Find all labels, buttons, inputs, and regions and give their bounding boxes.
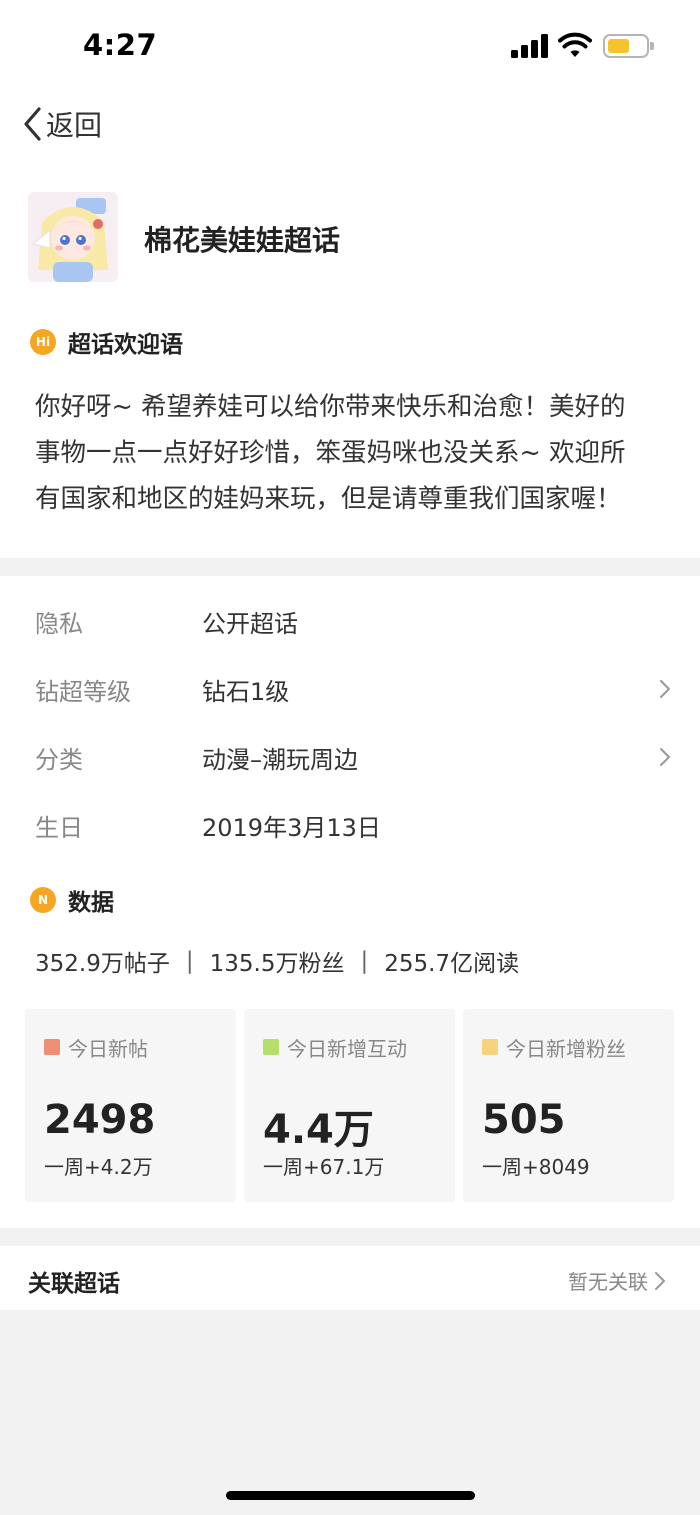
card-title: 今日新帖	[68, 1037, 148, 1061]
card-title: 今日新增粉丝	[506, 1037, 626, 1061]
topic-title: 棉花美娃娃超话	[144, 224, 341, 257]
welcome-text: 你好呀~ 希望养娃可以给你带来快乐和治愈！美好的 事物一点一点好好珍惜，笨蛋妈咪…	[35, 384, 675, 522]
fans-count: 135.5万粉丝	[209, 951, 345, 977]
battery-icon	[603, 34, 654, 58]
card-week: 一周+8049	[482, 1155, 590, 1179]
info-key: 分类	[35, 745, 83, 774]
info-row-privacy: 隐私 公开超话	[35, 601, 675, 641]
topic-avatar	[28, 192, 118, 282]
info-value: 公开超话	[202, 609, 298, 638]
card-week: 一周+67.1万	[263, 1155, 385, 1179]
welcome-heading: Hi 超话欢迎语	[30, 325, 183, 359]
chevron-right-icon	[655, 679, 675, 699]
data-heading: N 数据	[30, 883, 114, 917]
info-key: 钻超等级	[35, 677, 131, 706]
stats-summary: 352.9万帖子 | 135.5万粉丝 | 255.7亿阅读	[35, 944, 519, 978]
legend-square	[44, 1039, 60, 1055]
card-title: 今日新增互动	[287, 1037, 407, 1061]
stat-card-interactions: 今日新增互动 4.4万 一周+67.1万	[244, 1009, 455, 1202]
data-heading-label: 数据	[68, 890, 114, 916]
reads-count: 255.7亿阅读	[384, 951, 520, 977]
card-value: 2498	[44, 1097, 156, 1143]
related-status: 暂无关联	[568, 1266, 666, 1295]
welcome-line: 有国家和地区的娃妈来玩，但是请尊重我们国家喔！	[35, 484, 622, 514]
info-value: 动漫–潮玩周边	[202, 745, 358, 774]
stats-separator: |	[360, 948, 369, 974]
hi-badge-icon: Hi	[30, 329, 56, 355]
stat-card-new-posts: 今日新帖 2498 一周+4.2万	[25, 1009, 236, 1202]
info-row-category[interactable]: 分类 动漫–潮玩周边	[35, 737, 675, 777]
stat-card-new-fans: 今日新增粉丝 505 一周+8049	[463, 1009, 674, 1202]
status-bar: 4:27	[0, 0, 700, 90]
related-topics-row[interactable]: 关联超话 暂无关联	[0, 1246, 700, 1310]
status-time: 4:27	[83, 28, 158, 62]
info-key: 隐私	[35, 609, 83, 638]
card-value: 505	[482, 1097, 566, 1143]
related-status-text: 暂无关联	[568, 1270, 648, 1294]
legend-square	[482, 1039, 498, 1055]
related-label: 关联超话	[28, 1271, 120, 1297]
welcome-line: 事物一点一点好好珍惜，笨蛋妈咪也没关系~ 欢迎所	[35, 438, 626, 468]
chevron-left-icon	[24, 107, 41, 141]
posts-count: 352.9万帖子	[35, 951, 170, 977]
info-row-level[interactable]: 钻超等级 钻石1级	[35, 669, 675, 709]
back-label: 返回	[46, 109, 103, 142]
chevron-right-icon	[655, 1271, 665, 1290]
wifi-icon	[558, 32, 592, 57]
card-week: 一周+4.2万	[44, 1155, 153, 1179]
chevron-right-icon	[655, 747, 675, 767]
signal-icon	[511, 34, 549, 58]
welcome-heading-label: 超话欢迎语	[68, 332, 183, 358]
info-value: 2019年3月13日	[202, 813, 381, 842]
info-value: 钻石1级	[202, 677, 290, 706]
legend-square	[263, 1039, 279, 1055]
back-button[interactable]: 返回	[22, 104, 102, 144]
home-indicator[interactable]	[226, 1491, 475, 1500]
card-value: 4.4万	[263, 1107, 374, 1153]
welcome-line: 你好呀~ 希望养娃可以给你带来快乐和治愈！美好的	[35, 392, 626, 422]
info-row-birthday: 生日 2019年3月13日	[35, 805, 675, 845]
info-key: 生日	[35, 813, 83, 842]
data-badge-icon: N	[30, 887, 56, 913]
stats-separator: |	[185, 948, 194, 974]
